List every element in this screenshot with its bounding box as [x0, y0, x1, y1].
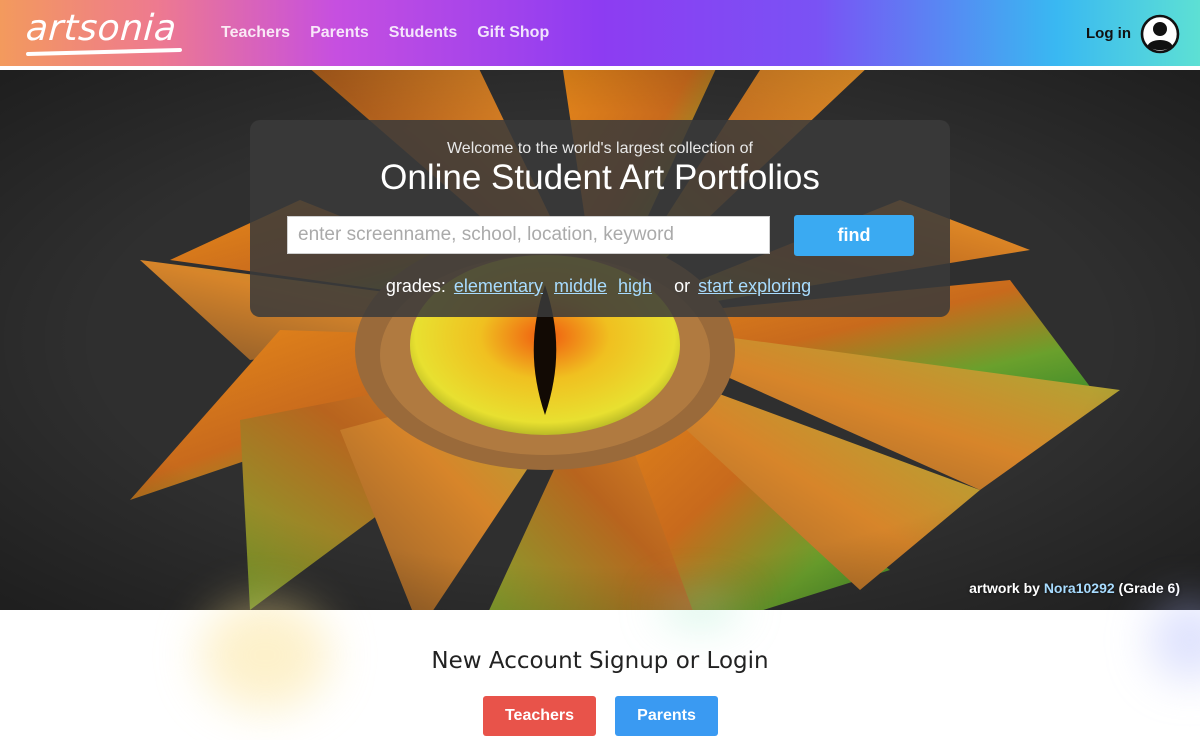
main-nav: Teachers Parents Students Gift Shop	[221, 24, 549, 42]
signup-title: New Account Signup or Login	[431, 648, 769, 674]
decorative-blob-green	[660, 596, 740, 620]
logo-underline	[25, 47, 183, 57]
grades-label: grades:	[385, 276, 446, 296]
login-link[interactable]: Log in	[1086, 25, 1131, 42]
site-header: artsonia Teachers Parents Students Gift …	[0, 0, 1200, 68]
artwork-credit: artwork by Nora10292 (Grade 6)	[969, 580, 1180, 596]
start-exploring-link[interactable]: start exploring	[698, 276, 811, 296]
user-circle-icon[interactable]	[1140, 14, 1180, 54]
artsonia-logo[interactable]: artsonia	[25, 8, 179, 49]
find-button[interactable]: find	[794, 215, 914, 256]
nav-parents[interactable]: Parents	[310, 24, 369, 42]
nav-students[interactable]: Students	[389, 24, 457, 42]
welcome-text: Welcome to the world's largest collectio…	[446, 140, 753, 157]
hero-section: Welcome to the world's largest collectio…	[0, 70, 1200, 610]
hero-headline: Online Student Art Portfolios	[380, 158, 820, 197]
artist-link[interactable]: Nora10292	[1044, 580, 1115, 596]
search-input[interactable]	[287, 216, 770, 254]
grade-middle-link[interactable]: middle	[554, 276, 607, 296]
credit-prefix: artwork by	[969, 580, 1040, 596]
grade-high-link[interactable]: high	[618, 276, 652, 296]
artist-grade: (Grade 6)	[1118, 580, 1180, 596]
nav-teachers[interactable]: Teachers	[221, 24, 290, 42]
grade-elementary-link[interactable]: elementary	[454, 276, 543, 296]
search-panel: Welcome to the world's largest collectio…	[250, 120, 950, 317]
signup-parents-button[interactable]: Parents	[615, 696, 718, 736]
or-label: or	[674, 276, 691, 296]
signup-teachers-button[interactable]: Teachers	[483, 696, 596, 736]
grades-row: grades: elementary middle high or start …	[250, 276, 950, 297]
nav-gift-shop[interactable]: Gift Shop	[477, 24, 549, 42]
